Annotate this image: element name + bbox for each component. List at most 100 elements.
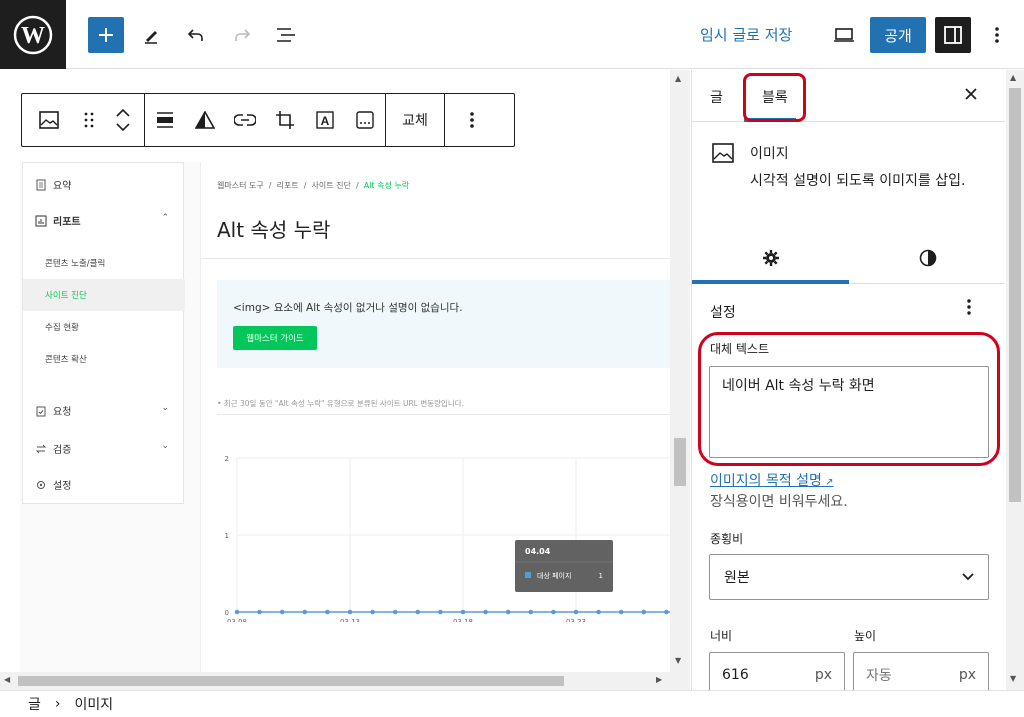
save-draft-button[interactable]: 임시 글로 저장	[700, 24, 792, 45]
wordpress-logo-icon[interactable]: W	[0, 0, 66, 69]
link-button[interactable]	[225, 94, 265, 146]
scroll-down-arrow-icon[interactable]: ▼	[675, 656, 681, 665]
breadcrumb-current[interactable]: 이미지	[75, 694, 114, 714]
width-input[interactable]: 616 px	[709, 652, 845, 690]
canvas-vertical-scrollbar[interactable]: ▲ ▼	[670, 70, 690, 690]
naver-info-box: <img> 요소에 Alt 속성이 없거나 설명이 없습니다. 웹마스터 가이드	[217, 280, 671, 368]
replace-button[interactable]: 교체	[386, 94, 444, 146]
move-buttons[interactable]	[102, 94, 144, 146]
chevron-up-icon[interactable]	[116, 109, 130, 117]
data-point	[664, 609, 669, 615]
data-point	[234, 609, 240, 615]
naver-menu-report: 리포트	[35, 213, 81, 228]
swap-icon	[35, 444, 47, 453]
caption-button[interactable]	[345, 94, 385, 146]
naver-submenu-item-active: 사이트 진단	[45, 291, 87, 301]
tab-settings[interactable]	[692, 232, 849, 284]
scroll-left-arrow-icon[interactable]: ◀	[4, 675, 10, 684]
chevron-down-icon[interactable]	[116, 123, 130, 131]
options-menu-button[interactable]	[980, 17, 1014, 53]
block-options-button[interactable]	[445, 94, 499, 146]
breadcrumb-root[interactable]: 글	[28, 694, 41, 714]
close-sidebar-button[interactable]	[964, 85, 978, 106]
height-input[interactable]: 자동 px	[853, 652, 989, 690]
x-tick-label: 03.13	[340, 618, 360, 622]
close-icon	[965, 88, 977, 100]
preview-button[interactable]	[826, 17, 862, 53]
document-overview-button[interactable]	[268, 17, 304, 53]
data-point	[618, 609, 624, 615]
canvas-horizontal-scroll-thumb[interactable]	[18, 676, 564, 686]
tools-button[interactable]	[134, 17, 170, 53]
duotone-button[interactable]	[185, 94, 225, 146]
data-point	[302, 609, 308, 615]
naver-breadcrumb: 웹마스터 도구 / 리포트 / 사이트 진단 / Alt 속성 누락	[217, 181, 410, 190]
tooltip-value: 1	[599, 572, 603, 580]
caption-icon	[356, 111, 374, 129]
active-tab-indicator	[692, 280, 849, 284]
naver-menu-verify: 검증	[35, 441, 71, 456]
tab-post[interactable]: 글	[710, 87, 723, 107]
list-view-icon	[277, 28, 295, 42]
naver-submenu-item: 수집 현황	[45, 323, 79, 333]
aspect-ratio-select[interactable]: 원본	[709, 554, 989, 600]
sidebar-scroll-thumb[interactable]	[1009, 88, 1021, 502]
scroll-up-arrow-icon[interactable]: ▲	[1010, 73, 1016, 82]
chevron-down-icon	[962, 573, 974, 581]
canvas-horizontal-scrollbar[interactable]: ◀ ▶	[0, 672, 670, 690]
crumb-item: 웹마스터 도구	[217, 181, 264, 190]
data-point	[483, 609, 488, 615]
panel-options-button[interactable]	[966, 298, 972, 320]
height-unit: px	[958, 667, 976, 683]
align-button[interactable]	[145, 94, 185, 146]
data-point	[551, 609, 556, 615]
redo-button[interactable]	[224, 17, 260, 53]
divider	[201, 258, 671, 259]
block-controls-group: A	[145, 94, 386, 146]
publish-button[interactable]: 공개	[870, 17, 926, 53]
text-overlay-button[interactable]: A	[305, 94, 345, 146]
add-block-button[interactable]	[88, 17, 124, 53]
undo-button[interactable]	[178, 17, 214, 53]
naver-guide-button: 웹마스터 가이드	[233, 326, 317, 350]
block-toolbar: A 교체	[21, 93, 515, 147]
tab-styles[interactable]	[849, 232, 1005, 284]
block-type-button[interactable]	[22, 94, 76, 146]
document-icon	[36, 179, 46, 190]
scroll-up-arrow-icon[interactable]: ▲	[675, 74, 681, 83]
more-vertical-icon	[470, 112, 474, 128]
naver-menu-label: 요약	[53, 181, 72, 192]
drag-icon	[84, 112, 94, 128]
plus-icon	[99, 28, 113, 42]
drag-handle[interactable]	[76, 94, 102, 146]
pencil-icon	[145, 31, 157, 44]
image-block[interactable]: 요약 리포트 ⌃ 콘텐츠 노출/클릭 사이트 진단 수집 현황 콘텐츠 확산 요…	[20, 162, 671, 690]
data-point	[325, 609, 330, 615]
alt-text-field[interactable]	[709, 366, 989, 458]
scroll-right-arrow-icon[interactable]: ▶	[656, 675, 662, 684]
svg-text:A: A	[321, 114, 330, 128]
data-point	[257, 609, 262, 615]
data-point	[505, 609, 511, 615]
alt-text-help-link-label[interactable]: 이미지의 목적 설명	[710, 473, 822, 489]
block-card: 이미지 시각적 설명이 되도록 이미지를 삽입.	[692, 123, 1005, 219]
gear-icon	[37, 480, 45, 489]
bar-chart-icon	[35, 215, 47, 226]
scroll-down-arrow-icon[interactable]: ▼	[1010, 674, 1016, 683]
data-point	[438, 609, 443, 615]
y-tick-label: 0	[225, 609, 229, 617]
settings-sidebar-toggle[interactable]	[935, 17, 971, 53]
canvas-vertical-scroll-thumb[interactable]	[674, 438, 686, 486]
alt-text-help-link[interactable]: 이미지의 목적 설명 ↗	[710, 470, 834, 490]
block-editor: W 임시 글로 저장 공개 A 교체 요약 리포트 ⌃ 콘텐츠 노출/클릭 사이…	[0, 0, 1024, 717]
naver-menu-label: 요청	[53, 407, 72, 418]
crumb-item-active: Alt 속성 누락	[363, 181, 410, 190]
naver-menu-label: 리포트	[53, 217, 81, 228]
alt-text-label: 대체 텍스트	[710, 342, 770, 356]
naver-sidebar: 요약 리포트 ⌃ 콘텐츠 노출/클릭 사이트 진단 수집 현황 콘텐츠 확산 요…	[22, 162, 185, 504]
tooltip-legend-swatch	[525, 572, 531, 578]
styles-contrast-icon	[919, 249, 936, 267]
crop-button[interactable]	[265, 94, 305, 146]
annotation-highlight-circle	[743, 73, 806, 122]
sidebar-scrollbar[interactable]: ▲ ▼	[1006, 70, 1024, 690]
